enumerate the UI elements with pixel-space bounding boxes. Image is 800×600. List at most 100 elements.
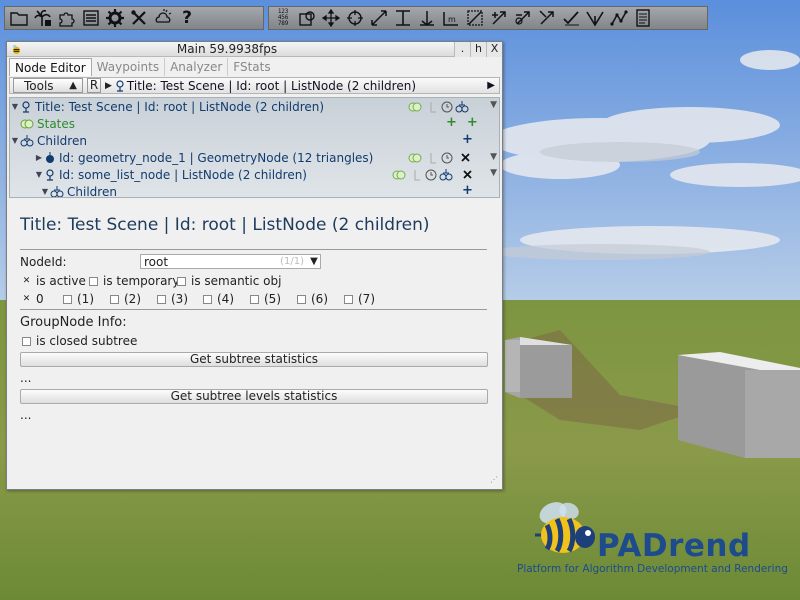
scroll-down-icon[interactable]: ▼	[490, 100, 497, 110]
checkbox-box	[203, 294, 212, 304]
checkbox-label: is temporary	[103, 274, 180, 288]
next-arrow-icon[interactable]: ▶	[487, 80, 495, 91]
add-icon[interactable]: +	[467, 115, 478, 130]
tree-row-label: States	[37, 116, 76, 131]
group-info-heading: GroupNode Info:	[20, 315, 127, 330]
get-subtree-levels-statistics-button[interactable]: Get subtree levels statistics	[20, 389, 488, 404]
tab-node-editor[interactable]: Node Editor	[9, 58, 92, 76]
check-icon[interactable]	[560, 7, 582, 29]
checkbox-box	[344, 294, 353, 304]
is-semantic-obj-checkbox[interactable]: is semantic obj	[177, 274, 281, 288]
checkbox-box	[177, 276, 186, 286]
window-close-button[interactable]: X	[486, 42, 502, 57]
listnode-icon	[115, 79, 125, 92]
render-flag-3-checkbox[interactable]: (3)	[157, 292, 188, 306]
expand-down-icon[interactable]: ▼	[10, 102, 20, 111]
window-hide-button[interactable]: h	[470, 42, 486, 57]
scroll-down-icon[interactable]: ▼	[490, 152, 497, 162]
move-icon[interactable]	[320, 7, 342, 29]
padrend-logo: PADrend Platform for Algorithm Developme…	[515, 495, 788, 580]
get-subtree-statistics-button[interactable]: Get subtree statistics	[20, 352, 488, 367]
angle-icon[interactable]	[584, 7, 606, 29]
checkbox-label: (5)	[264, 292, 281, 306]
folder-icon[interactable]	[8, 7, 30, 29]
select-tool-icon[interactable]	[536, 7, 558, 29]
divider	[20, 249, 487, 250]
checkbox-label: is closed subtree	[36, 334, 138, 348]
checkbox-label: (7)	[358, 292, 375, 306]
palm-tree-icon[interactable]	[32, 7, 54, 29]
tree-row-label: Title: Test Scene | Id: root | ListNode …	[35, 99, 325, 114]
checkbox-box	[157, 294, 166, 304]
breadcrumb-bar: Tools ▲ R ▶ Title: Test Scene | Id: root…	[9, 77, 500, 94]
scale-icon[interactable]	[368, 7, 390, 29]
select-add-icon[interactable]	[488, 7, 510, 29]
gear-icon[interactable]	[104, 7, 126, 29]
tab-fstats[interactable]: FStats	[228, 58, 275, 76]
expand-down-icon[interactable]: ▼	[34, 170, 44, 179]
checked-x-icon: ✕	[22, 275, 31, 286]
expand-right-icon[interactable]: ▶	[34, 153, 44, 162]
tab-analyzer[interactable]: Analyzer	[165, 58, 229, 76]
tab-waypoints[interactable]: Waypoints	[92, 58, 166, 76]
tree-row-children[interactable]: ▼ Children	[10, 132, 499, 149]
list-icon[interactable]	[80, 7, 102, 29]
select-icon[interactable]	[464, 7, 486, 29]
rotate-icon[interactable]	[344, 7, 366, 29]
is-closed-subtree-checkbox[interactable]: is closed subtree	[22, 334, 137, 348]
window-titlebar[interactable]: Main 59.9938fps . h X	[7, 42, 502, 57]
logo-subtitle: Platform for Algorithm Development and R…	[517, 563, 788, 575]
nodeid-count: (1/1)	[280, 256, 304, 267]
breadcrumb[interactable]: Title: Test Scene | Id: root | ListNode …	[127, 79, 416, 93]
window-dot-button[interactable]: .	[454, 42, 470, 57]
checkbox-label: (2)	[124, 292, 141, 306]
select-remove-icon[interactable]	[512, 7, 534, 29]
anchor-icon[interactable]	[416, 7, 438, 29]
root-button[interactable]: R	[87, 78, 101, 93]
subtree-levels-output: ...	[20, 408, 32, 422]
is-temporary-checkbox[interactable]: is temporary	[89, 274, 179, 288]
nodeid-select[interactable]: root (1/1) ▼	[140, 254, 321, 269]
align-icon[interactable]	[392, 7, 414, 29]
play-icon[interactable]: ▶	[105, 81, 112, 91]
triangle-up-icon: ▲	[69, 80, 77, 91]
checkbox-label: (1)	[77, 292, 94, 306]
numpad-grid-icon[interactable]: 123 456 789	[272, 7, 294, 29]
path-icon[interactable]	[608, 7, 630, 29]
tools-menu-button[interactable]: Tools ▲	[13, 78, 83, 93]
render-flag-4-checkbox[interactable]: (4)	[203, 292, 234, 306]
expand-down-icon[interactable]: ▼	[10, 136, 20, 145]
bee-logo-icon	[535, 502, 595, 553]
add-state-icon[interactable]: +	[446, 115, 457, 130]
listnode-icon	[22, 100, 30, 113]
render-flag-2-checkbox[interactable]: (2)	[110, 292, 141, 306]
tree-row-children-nested[interactable]: ▼ Children	[10, 183, 499, 197]
scroll-down-icon[interactable]: ▼	[490, 168, 497, 178]
render-flag-1-checkbox[interactable]: (1)	[63, 292, 94, 306]
root-row-controls	[407, 100, 477, 114]
expand-down-icon[interactable]: ▼	[40, 187, 50, 196]
add-child-icon[interactable]: +	[462, 132, 473, 147]
notepad-icon[interactable]	[632, 7, 654, 29]
render-flag-0-checkbox[interactable]: ✕ 0	[22, 292, 44, 306]
checkbox-box	[297, 294, 306, 304]
tree-row-label: Children	[37, 133, 87, 148]
tools-icon[interactable]	[128, 7, 150, 29]
resize-grip-icon[interactable]: ⋰	[490, 476, 499, 485]
children-icon	[20, 134, 34, 146]
divider	[20, 309, 487, 310]
text-snap-icon[interactable]: m	[440, 7, 462, 29]
tree-row-states[interactable]: States	[10, 115, 499, 132]
geometry-row-controls	[407, 151, 479, 165]
weather-icon[interactable]	[152, 7, 174, 29]
logo-title: PADrend	[597, 528, 751, 564]
render-flag-7-checkbox[interactable]: (7)	[344, 292, 375, 306]
render-flag-6-checkbox[interactable]: (6)	[297, 292, 328, 306]
is-active-checkbox[interactable]: ✕ is active	[22, 274, 86, 288]
add-child-icon[interactable]: +	[462, 183, 473, 197]
puzzle-icon[interactable]	[56, 7, 78, 29]
node-transform-icon[interactable]	[296, 7, 318, 29]
render-flag-5-checkbox[interactable]: (5)	[250, 292, 281, 306]
states-icon	[20, 119, 34, 128]
help-button[interactable]: ?	[176, 7, 198, 29]
